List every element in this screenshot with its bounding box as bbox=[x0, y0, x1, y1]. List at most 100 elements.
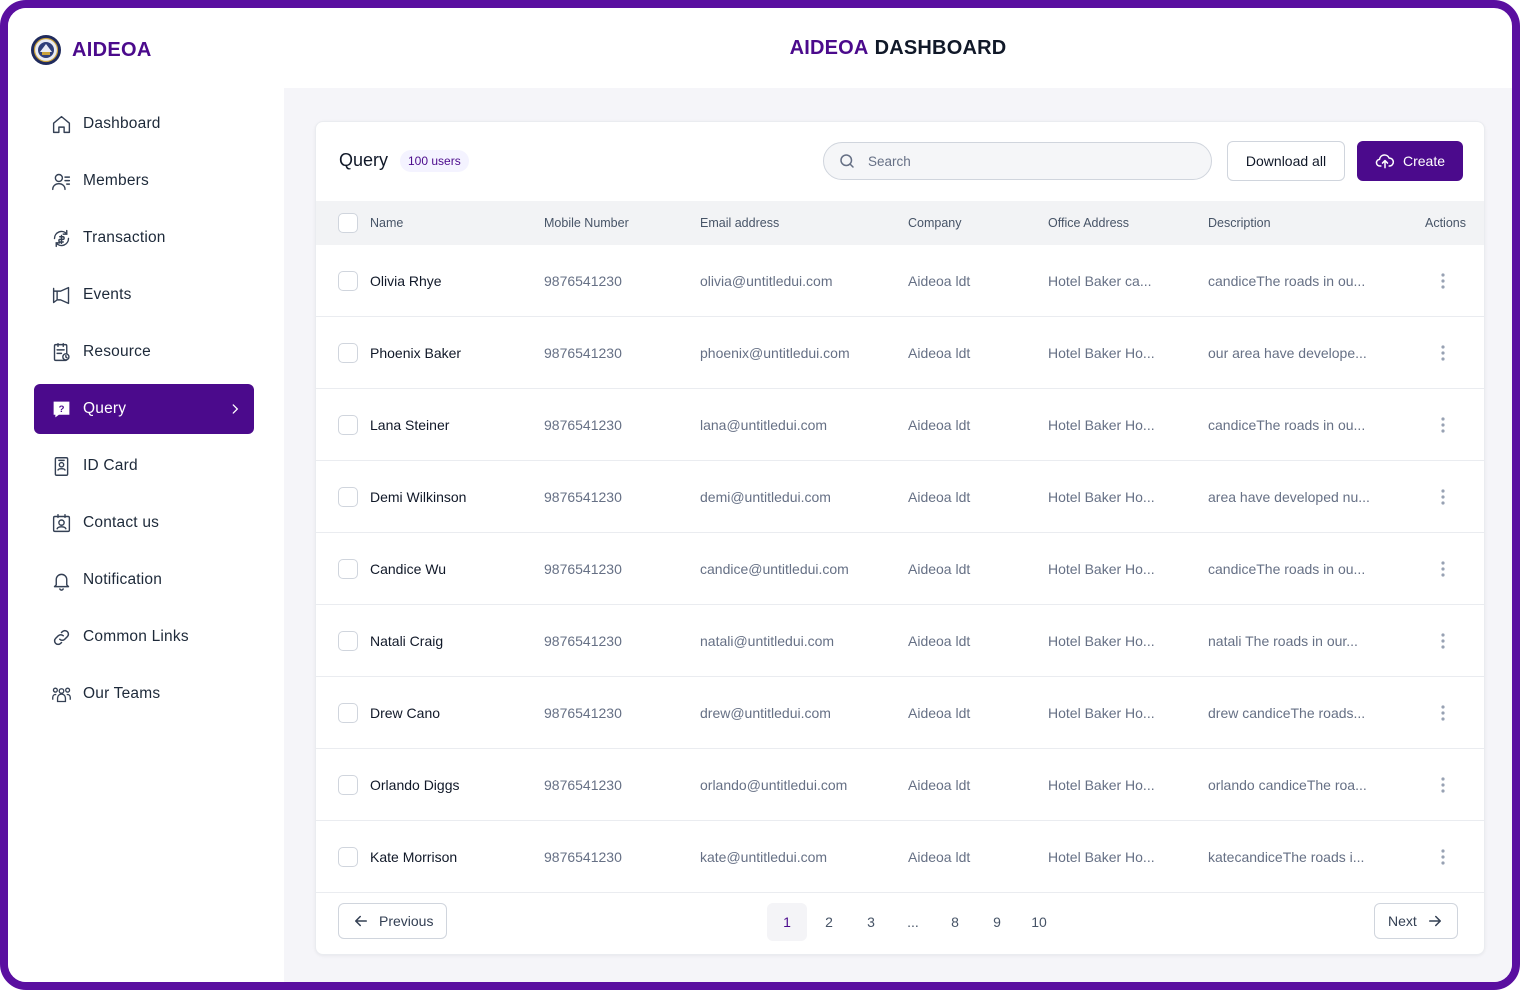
cell-office: Hotel Baker Ho... bbox=[1048, 632, 1155, 649]
sidebar-item-query[interactable]: ? Query bbox=[34, 384, 254, 434]
cell-company: Aideoa ldt bbox=[908, 488, 971, 505]
column-header-mobile[interactable]: Mobile Number bbox=[544, 201, 629, 245]
cell-name: Candice Wu bbox=[370, 560, 447, 577]
arrow-right-icon bbox=[1428, 915, 1441, 927]
more-vertical-icon[interactable] bbox=[1433, 533, 1453, 604]
cell-description: natali The roads in our... bbox=[1208, 632, 1358, 649]
column-header-office[interactable]: Office Address bbox=[1048, 201, 1129, 245]
more-vertical-icon[interactable] bbox=[1433, 821, 1453, 892]
megaphone-icon bbox=[50, 284, 72, 306]
select-all-checkbox[interactable] bbox=[338, 213, 358, 233]
cell-name: Demi Wilkinson bbox=[370, 488, 467, 505]
cell-mobile: 9876541230 bbox=[544, 560, 622, 577]
next-button[interactable]: Next bbox=[1374, 903, 1458, 939]
more-vertical-icon[interactable] bbox=[1433, 461, 1453, 532]
row-checkbox[interactable] bbox=[338, 270, 358, 291]
cell-company: Aideoa ldt bbox=[908, 848, 971, 865]
page-10[interactable]: 10 bbox=[1019, 903, 1059, 941]
table-row[interactable]: Orlando Diggs 9876541230 orlando@untitle… bbox=[316, 749, 1484, 821]
table-row[interactable]: Candice Wu 9876541230 candice@untitledui… bbox=[316, 533, 1484, 605]
page-1[interactable]: 1 bbox=[767, 903, 807, 941]
sidebar-item-label: Our Teams bbox=[83, 685, 161, 702]
bell-icon bbox=[50, 569, 72, 591]
cell-company: Aideoa ldt bbox=[908, 272, 971, 289]
row-checkbox[interactable] bbox=[338, 414, 358, 435]
previous-button[interactable]: Previous bbox=[338, 903, 448, 939]
page-ellipsis: ... bbox=[907, 914, 919, 930]
table-row[interactable]: Drew Cano 9876541230 drew@untitledui.com… bbox=[316, 677, 1484, 749]
sidebar-item-our-teams[interactable]: Our Teams bbox=[34, 669, 254, 719]
card-header: Query 100 users Download all Create bbox=[316, 122, 1484, 200]
cell-description: katecandiceThe roads i... bbox=[1208, 848, 1365, 865]
sidebar-item-dashboard[interactable]: Dashboard bbox=[34, 99, 254, 149]
page-numbers: 1 2 3 ... 8 9 10 bbox=[767, 903, 1061, 941]
more-vertical-icon[interactable] bbox=[1433, 605, 1453, 676]
search-icon bbox=[840, 154, 854, 168]
query-card: Query 100 users Download all Create Name… bbox=[315, 121, 1485, 955]
sidebar-item-label: Dashboard bbox=[83, 115, 161, 132]
page-2[interactable]: 2 bbox=[809, 903, 849, 941]
more-vertical-icon[interactable] bbox=[1433, 749, 1453, 820]
brand[interactable]: AIDEOA bbox=[30, 34, 152, 66]
more-vertical-icon[interactable] bbox=[1433, 389, 1453, 460]
cell-description: candiceThe roads in ou... bbox=[1208, 272, 1366, 289]
row-checkbox[interactable] bbox=[338, 774, 358, 795]
contact-icon bbox=[50, 512, 72, 534]
table-row[interactable]: Kate Morrison 9876541230 kate@untitledui… bbox=[316, 821, 1484, 893]
cell-mobile: 9876541230 bbox=[544, 488, 622, 505]
brand-name: AIDEOA bbox=[72, 38, 152, 61]
table-row[interactable]: Demi Wilkinson 9876541230 demi@untitledu… bbox=[316, 461, 1484, 533]
sidebar-item-notification[interactable]: Notification bbox=[34, 555, 254, 605]
column-header-company[interactable]: Company bbox=[908, 201, 962, 245]
page-title-accent: AIDEOA bbox=[789, 36, 869, 59]
row-checkbox[interactable] bbox=[338, 486, 358, 507]
table-row[interactable]: Lana Steiner 9876541230 lana@untitledui.… bbox=[316, 389, 1484, 461]
row-checkbox[interactable] bbox=[338, 558, 358, 579]
sidebar-item-contact-us[interactable]: Contact us bbox=[34, 498, 254, 548]
next-label: Next bbox=[1388, 913, 1417, 929]
cell-description: drew candiceThe roads... bbox=[1208, 704, 1366, 721]
row-checkbox[interactable] bbox=[338, 702, 358, 723]
cell-name: Orlando Diggs bbox=[370, 776, 460, 793]
cell-email: orlando@untitledui.com bbox=[700, 776, 848, 793]
sidebar-item-members[interactable]: Members bbox=[34, 156, 254, 206]
cell-email: olivia@untitledui.com bbox=[700, 272, 833, 289]
sidebar-item-id-card[interactable]: ID Card bbox=[34, 441, 254, 491]
cell-mobile: 9876541230 bbox=[544, 416, 622, 433]
sidebar-item-common-links[interactable]: Common Links bbox=[34, 612, 254, 662]
more-vertical-icon[interactable] bbox=[1433, 317, 1453, 388]
table-row[interactable]: Phoenix Baker 9876541230 phoenix@untitle… bbox=[316, 317, 1484, 389]
sidebar-item-events[interactable]: Events bbox=[34, 270, 254, 320]
sidebar-item-label: Resource bbox=[83, 343, 151, 360]
cell-company: Aideoa ldt bbox=[908, 632, 971, 649]
row-checkbox[interactable] bbox=[338, 342, 358, 363]
row-checkbox[interactable] bbox=[338, 630, 358, 651]
search-input[interactable] bbox=[868, 153, 1168, 169]
download-all-button[interactable]: Download all bbox=[1227, 141, 1345, 181]
teams-icon bbox=[50, 683, 72, 705]
chevron-right-icon bbox=[228, 402, 242, 416]
column-header-name[interactable]: Name bbox=[370, 201, 403, 245]
cell-name: Natali Craig bbox=[370, 632, 444, 649]
row-checkbox[interactable] bbox=[338, 846, 358, 867]
table-row[interactable]: Olivia Rhye 9876541230 olivia@untitledui… bbox=[316, 245, 1484, 317]
page-3[interactable]: 3 bbox=[851, 903, 891, 941]
page-9[interactable]: 9 bbox=[977, 903, 1017, 941]
cell-company: Aideoa ldt bbox=[908, 776, 971, 793]
cell-email: phoenix@untitledui.com bbox=[700, 344, 850, 361]
column-header-description[interactable]: Description bbox=[1208, 201, 1271, 245]
cell-mobile: 9876541230 bbox=[544, 272, 622, 289]
search-box[interactable] bbox=[823, 142, 1212, 180]
sidebar: AIDEOA Dashboard Members Transaction Eve… bbox=[8, 8, 284, 982]
column-header-email[interactable]: Email address bbox=[700, 201, 779, 245]
cell-email: drew@untitledui.com bbox=[700, 704, 831, 721]
create-button[interactable]: Create bbox=[1357, 141, 1463, 181]
more-vertical-icon[interactable] bbox=[1433, 245, 1453, 316]
sidebar-item-transaction[interactable]: Transaction bbox=[34, 213, 254, 263]
sidebar-item-resource[interactable]: Resource bbox=[34, 327, 254, 377]
svg-text:?: ? bbox=[58, 404, 64, 415]
table-row[interactable]: Natali Craig 9876541230 natali@untitledu… bbox=[316, 605, 1484, 677]
more-vertical-icon[interactable] bbox=[1433, 677, 1453, 748]
sidebar-item-label: Members bbox=[83, 172, 149, 189]
page-8[interactable]: 8 bbox=[935, 903, 975, 941]
